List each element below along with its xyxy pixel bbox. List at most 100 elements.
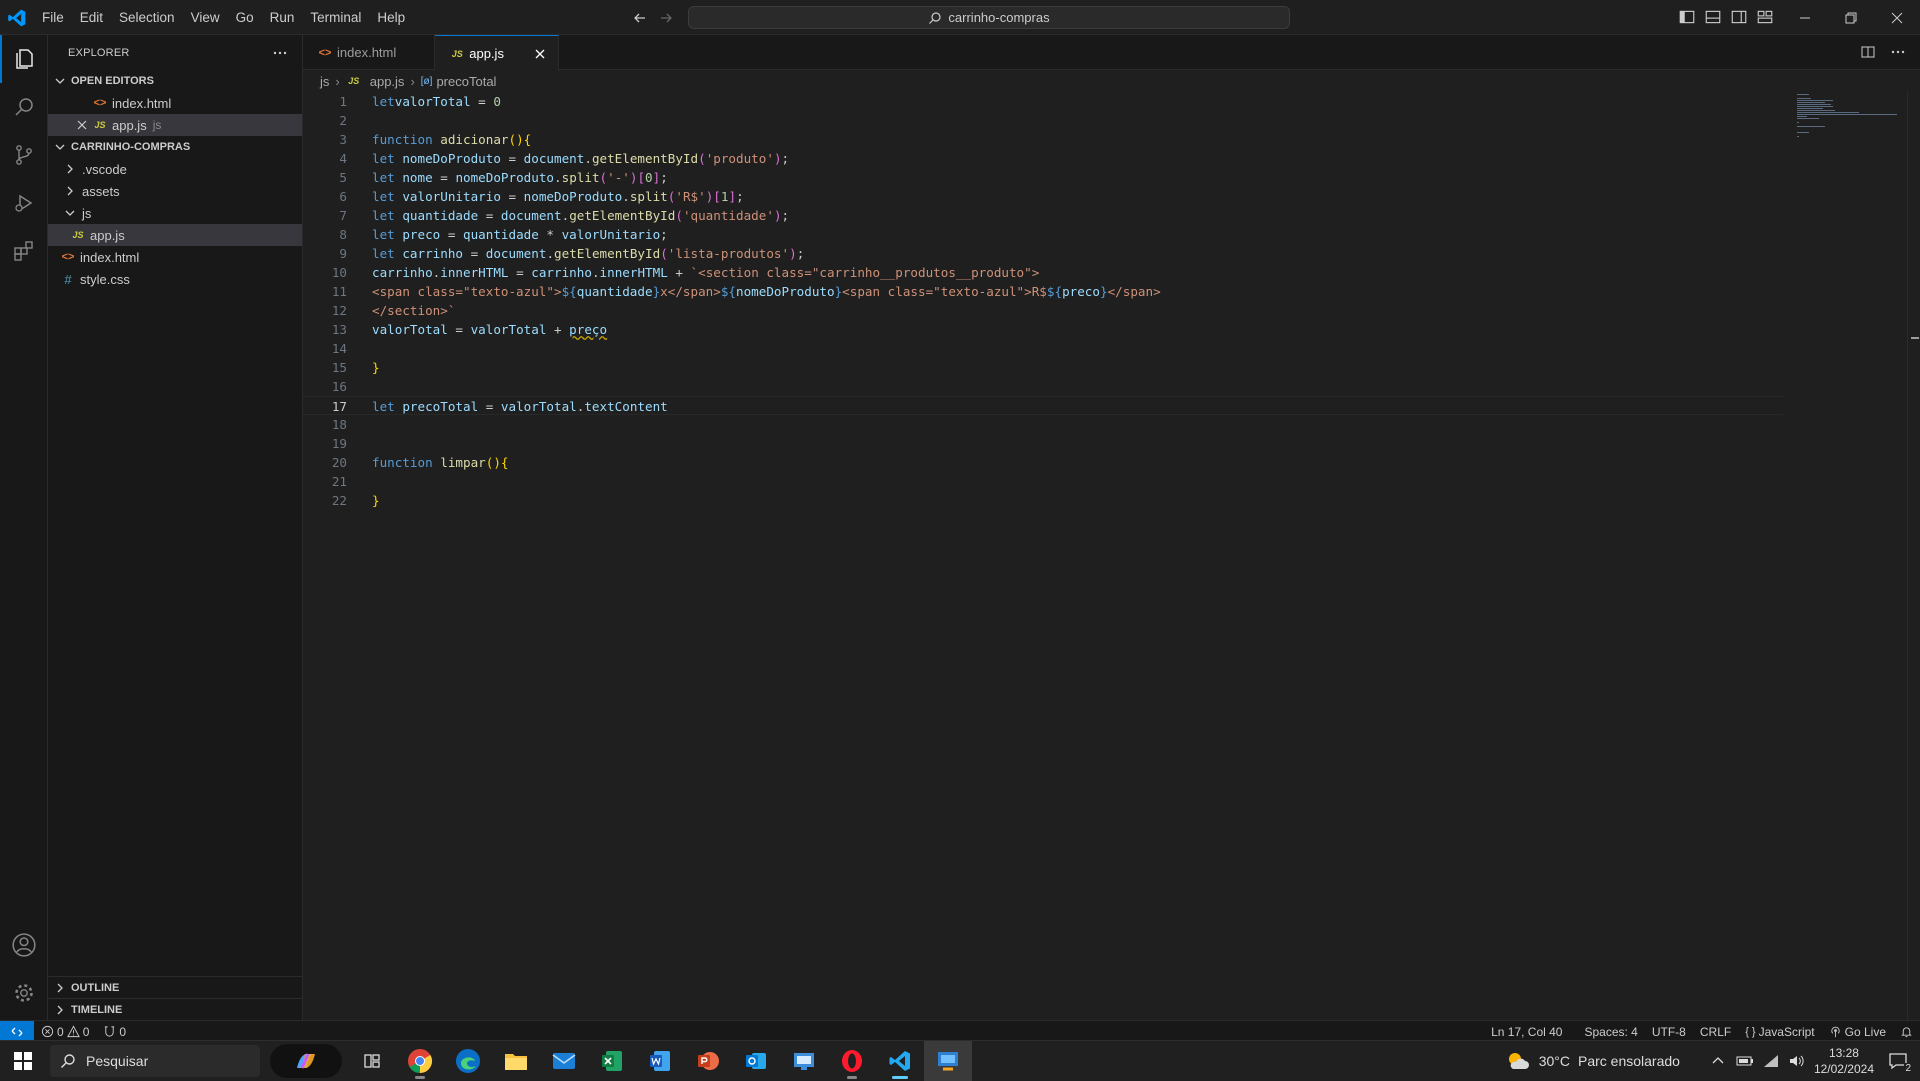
code-text: } <box>372 493 380 508</box>
vertical-scrollbar[interactable] <box>1907 92 1920 1020</box>
status-bar: 0 0 0 Ln 17, Col 40 Spaces: 4 UTF-8 CRLF… <box>0 1020 1920 1043</box>
menu-edit[interactable]: Edit <box>72 0 111 35</box>
open-editors-section[interactable]: OPEN EDITORS <box>48 70 302 92</box>
code-text: </section>` <box>372 303 456 318</box>
minimap[interactable] <box>1793 92 1903 152</box>
notification-center-button[interactable]: 2 <box>1888 1052 1912 1074</box>
word-app[interactable] <box>636 1041 684 1081</box>
chevron-up-icon[interactable] <box>1710 1053 1726 1069</box>
close-icon[interactable] <box>532 46 548 62</box>
tree-item-app-js[interactable]: JS app.js <box>48 224 302 246</box>
volume-icon[interactable] <box>1788 1053 1806 1069</box>
language-mode[interactable]: { } JavaScript <box>1738 1025 1821 1039</box>
ports-indicator[interactable]: 0 <box>96 1025 133 1039</box>
outlook-app[interactable] <box>732 1041 780 1081</box>
close-icon[interactable] <box>74 117 90 133</box>
remote-desktop-app[interactable] <box>780 1041 828 1081</box>
accounts-activity[interactable] <box>0 921 48 969</box>
powerpoint-icon <box>698 1051 719 1070</box>
battery-icon[interactable] <box>1736 1053 1754 1069</box>
minimize-button[interactable] <box>1782 0 1828 35</box>
command-center-search[interactable]: carrinho-compras <box>688 6 1290 29</box>
copilot-button[interactable] <box>270 1043 342 1078</box>
menu-run[interactable]: Run <box>262 0 303 35</box>
powerpoint-app[interactable] <box>684 1041 732 1081</box>
css-file-icon: # <box>64 271 72 287</box>
taskbar-search[interactable]: Pesquisar <box>50 1044 260 1077</box>
tab-app-js[interactable]: JS app.js <box>435 35 559 71</box>
encoding[interactable]: UTF-8 <box>1645 1025 1693 1039</box>
file-explorer-app[interactable] <box>492 1041 540 1081</box>
restore-button[interactable] <box>1828 0 1874 35</box>
editor-tabs: <> index.html JS app.js <box>303 35 1920 71</box>
source-control-activity[interactable] <box>0 131 48 179</box>
clock[interactable]: 13:28 12/02/2024 <box>1814 1045 1874 1077</box>
close-window-button[interactable] <box>1874 0 1920 35</box>
code-editor[interactable]: 1 letvalorTotal = 0 2 3 function adicionar… <box>303 92 1783 510</box>
toggle-primary-sidebar-icon[interactable] <box>1678 8 1696 26</box>
weather-widget[interactable]: 30°C Parc ensolarado <box>1505 1049 1680 1073</box>
menu-go[interactable]: Go <box>228 0 262 35</box>
split-editor-icon[interactable] <box>1860 44 1876 60</box>
extensions-activity[interactable] <box>0 227 48 275</box>
code-text: let preco = quantidade * valorUnitario; <box>372 227 668 242</box>
explorer-activity[interactable] <box>0 35 48 83</box>
toggle-secondary-sidebar-icon[interactable] <box>1730 8 1748 26</box>
timeline-section[interactable]: TIMELINE <box>48 998 302 1020</box>
menu-view[interactable]: View <box>183 0 228 35</box>
project-section[interactable]: CARRINHO-COMPRAS <box>48 136 302 158</box>
tree-item-js[interactable]: js <box>48 202 302 224</box>
code-text: } <box>372 360 380 375</box>
code-line: 8 let preco = quantidade * valorUnitario; <box>303 225 1783 244</box>
end-of-line[interactable]: CRLF <box>1693 1025 1738 1039</box>
go-live-button[interactable]: Go Live <box>1822 1025 1893 1039</box>
tab-index-html[interactable]: <> index.html <box>303 35 436 70</box>
line-number: 3 <box>339 132 347 147</box>
more-actions-icon[interactable] <box>272 45 288 61</box>
restore-icon <box>1845 12 1857 23</box>
breadcrumb-symbol[interactable]: precoTotal <box>436 74 496 89</box>
manage-activity[interactable] <box>0 969 48 1017</box>
customize-layout-icon[interactable] <box>1756 8 1774 26</box>
code-line: 2 <box>303 111 1783 130</box>
tree-item-style-css[interactable]: # style.css <box>48 268 302 290</box>
run-debug-activity[interactable] <box>0 179 48 227</box>
js-file-icon: JS <box>94 120 106 130</box>
tree-item-vscode[interactable]: .vscode <box>48 158 302 180</box>
problems-indicator[interactable]: 0 0 <box>34 1025 96 1039</box>
open-editor-app-js[interactable]: JS app.js js <box>48 114 302 136</box>
outline-section[interactable]: OUTLINE <box>48 976 302 998</box>
edge-app[interactable] <box>444 1041 492 1081</box>
menu-terminal[interactable]: Terminal <box>302 0 369 35</box>
menu-selection[interactable]: Selection <box>111 0 183 35</box>
task-view-button[interactable] <box>348 1041 396 1081</box>
notifications-button[interactable] <box>1893 1025 1920 1038</box>
cursor-position[interactable]: Ln 17, Col 40 <box>1484 1025 1569 1039</box>
start-button[interactable] <box>0 1041 46 1081</box>
vscode-icon <box>889 1050 910 1071</box>
search-activity[interactable] <box>0 83 48 131</box>
chrome-app[interactable] <box>396 1041 444 1081</box>
more-actions-icon[interactable] <box>1890 44 1906 60</box>
opera-app[interactable] <box>828 1041 876 1081</box>
tree-item-assets[interactable]: assets <box>48 180 302 202</box>
open-editor-label: index.html <box>112 95 172 111</box>
arrow-right-icon[interactable] <box>656 8 676 28</box>
menu-help[interactable]: Help <box>369 0 413 35</box>
arrow-left-icon[interactable] <box>630 8 650 28</box>
vscode-app[interactable] <box>876 1041 924 1081</box>
wifi-icon[interactable] <box>1762 1053 1780 1069</box>
indentation[interactable]: Spaces: 4 <box>1577 1025 1644 1039</box>
tree-item-index-html[interactable]: <> index.html <box>48 246 302 268</box>
open-editor-index-html[interactable]: <> index.html <box>48 92 302 114</box>
edge-icon <box>456 1048 480 1073</box>
menu-file[interactable]: File <box>34 0 72 35</box>
excel-app[interactable] <box>588 1041 636 1081</box>
minimize-icon <box>1800 17 1810 18</box>
toggle-panel-icon[interactable] <box>1704 8 1722 26</box>
extensions-icon <box>14 241 33 261</box>
breadcrumb-folder[interactable]: js <box>320 74 329 89</box>
mail-app[interactable] <box>540 1041 588 1081</box>
remote-app[interactable] <box>924 1040 972 1081</box>
breadcrumb-file[interactable]: app.js <box>370 74 405 89</box>
